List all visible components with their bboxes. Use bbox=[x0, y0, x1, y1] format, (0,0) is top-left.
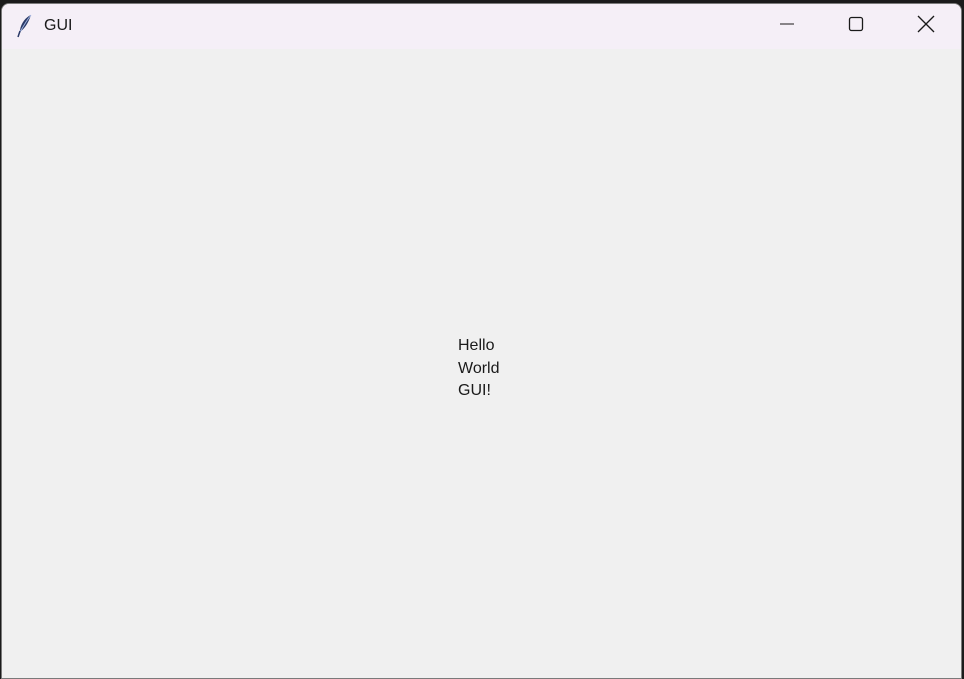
window-title: GUI bbox=[44, 17, 73, 34]
minimize-icon bbox=[779, 16, 795, 37]
minimize-button[interactable] bbox=[764, 4, 810, 49]
app-window: GUI Hello World GUI! bbox=[1, 3, 962, 679]
close-icon bbox=[917, 15, 935, 38]
hello-world-label: Hello World GUI! bbox=[458, 337, 500, 399]
close-button[interactable] bbox=[903, 4, 949, 49]
maximize-button[interactable] bbox=[833, 4, 879, 49]
feather-icon bbox=[16, 14, 34, 38]
maximize-icon bbox=[848, 16, 864, 37]
title-bar[interactable]: GUI bbox=[2, 4, 961, 49]
window-client-area: Hello World GUI! bbox=[2, 49, 961, 678]
